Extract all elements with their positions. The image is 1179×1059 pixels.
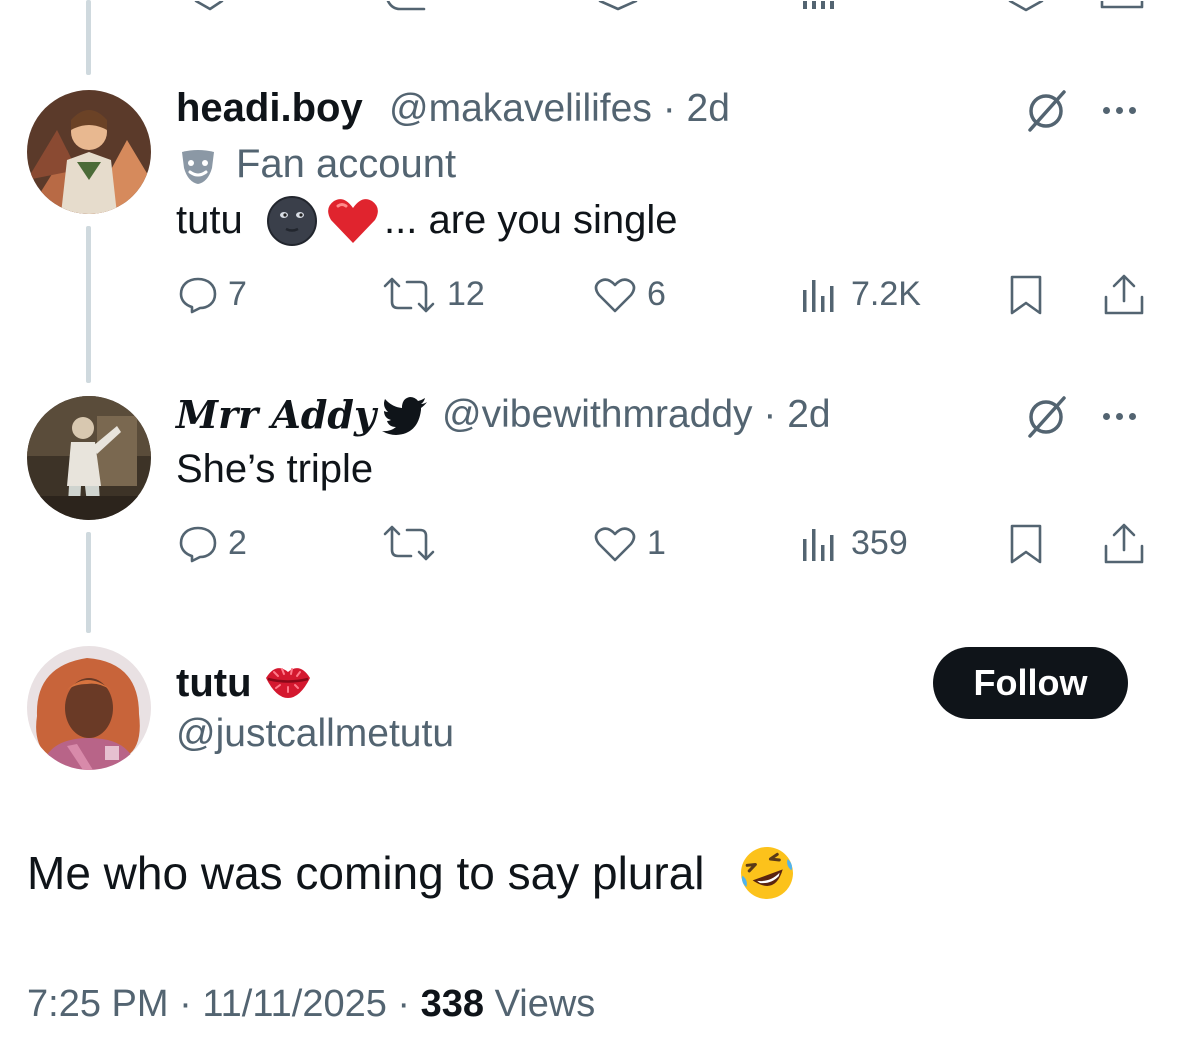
separator-dot: · bbox=[397, 983, 411, 1025]
like-count: 1 bbox=[647, 524, 666, 562]
post-meta: 7:25 PM · 11/11/2025 · 338 Views bbox=[27, 983, 595, 1026]
more-options-icon[interactable] bbox=[1103, 107, 1136, 114]
more-options-icon[interactable] bbox=[1103, 413, 1136, 420]
timestamp[interactable]: 2d bbox=[787, 393, 830, 436]
views-count: 7.2K bbox=[851, 275, 921, 313]
separator-dot: · bbox=[179, 983, 192, 1025]
separator-dot: · bbox=[662, 87, 676, 130]
fan-account-label: Fan account bbox=[236, 142, 457, 186]
reply-icon bbox=[179, 526, 217, 562]
analytics-icon bbox=[803, 528, 834, 561]
grok-icon[interactable] bbox=[1022, 392, 1072, 442]
repost-icon bbox=[383, 525, 435, 561]
previous-tweet-actions-cutoff bbox=[0, 0, 1179, 12]
cutoff-icons bbox=[194, 0, 1144, 12]
bookmark-icon[interactable] bbox=[1006, 522, 1046, 566]
kiss-mark-emoji bbox=[266, 668, 310, 698]
thread-line bbox=[86, 532, 91, 633]
post-time[interactable]: 7:25 PM bbox=[27, 983, 169, 1025]
repost-action[interactable]: 12 bbox=[381, 275, 485, 314]
post-text: Me who was coming to say plural bbox=[27, 847, 705, 899]
reply-action[interactable]: 7 bbox=[178, 275, 247, 314]
reply-icon bbox=[179, 277, 217, 313]
reply-count: 7 bbox=[228, 275, 247, 313]
views-count: 338 bbox=[420, 983, 485, 1025]
analytics-icon bbox=[803, 279, 834, 312]
views-action[interactable]: 7.2K bbox=[801, 275, 921, 314]
views-action[interactable]: 359 bbox=[801, 524, 908, 563]
views-label: Views bbox=[494, 983, 596, 1025]
heart-icon bbox=[594, 277, 636, 312]
display-name[interactable]: Mrr Addy bbox=[176, 392, 376, 437]
like-action[interactable]: 6 bbox=[593, 275, 666, 314]
reply-count: 2 bbox=[228, 524, 247, 562]
like-count: 6 bbox=[647, 275, 666, 313]
red-heart-emoji bbox=[328, 199, 378, 243]
theater-mask-icon bbox=[182, 150, 214, 184]
twitter-bird-icon bbox=[382, 397, 427, 435]
bookmark-icon[interactable] bbox=[1006, 273, 1046, 317]
display-name[interactable]: tutu bbox=[176, 661, 252, 706]
new-moon-face-emoji bbox=[267, 196, 317, 246]
share-icon[interactable] bbox=[1102, 522, 1146, 566]
avatar[interactable] bbox=[27, 646, 151, 770]
reply-action[interactable]: 2 bbox=[178, 524, 247, 563]
repost-icon bbox=[383, 277, 435, 312]
handle[interactable]: @vibewithmraddy · 2d bbox=[442, 393, 831, 437]
tweet-text: She’s triple bbox=[176, 447, 374, 491]
tweet-text-start: tutu bbox=[176, 198, 243, 242]
handle-text[interactable]: @makavelilifes bbox=[389, 87, 652, 130]
handle-text[interactable]: @vibewithmraddy bbox=[442, 393, 753, 436]
handle[interactable]: @makavelilifes · 2d bbox=[389, 87, 730, 131]
like-action[interactable]: 1 bbox=[593, 524, 666, 563]
timestamp[interactable]: 2d bbox=[687, 87, 730, 130]
repost-count: 12 bbox=[447, 275, 485, 313]
avatar[interactable] bbox=[27, 90, 151, 214]
views-count: 359 bbox=[851, 524, 908, 562]
avatar-image bbox=[27, 90, 151, 214]
tweet-text-end: ... are you single bbox=[384, 198, 678, 242]
share-icon[interactable] bbox=[1102, 273, 1146, 317]
handle[interactable]: @justcallmetutu bbox=[176, 712, 454, 756]
avatar-image bbox=[27, 646, 151, 770]
post-date[interactable]: 11/11/2025 bbox=[202, 983, 387, 1025]
avatar[interactable] bbox=[27, 396, 151, 520]
avatar-image bbox=[27, 396, 151, 520]
separator-dot: · bbox=[763, 393, 777, 436]
rolling-on-floor-laughing-emoji bbox=[741, 847, 793, 899]
repost-action[interactable] bbox=[381, 524, 447, 562]
heart-icon bbox=[594, 526, 636, 561]
thread-line bbox=[86, 226, 91, 383]
follow-button[interactable]: Follow bbox=[933, 647, 1128, 719]
grok-icon[interactable] bbox=[1022, 86, 1072, 136]
display-name[interactable]: headi.boy bbox=[176, 86, 363, 131]
